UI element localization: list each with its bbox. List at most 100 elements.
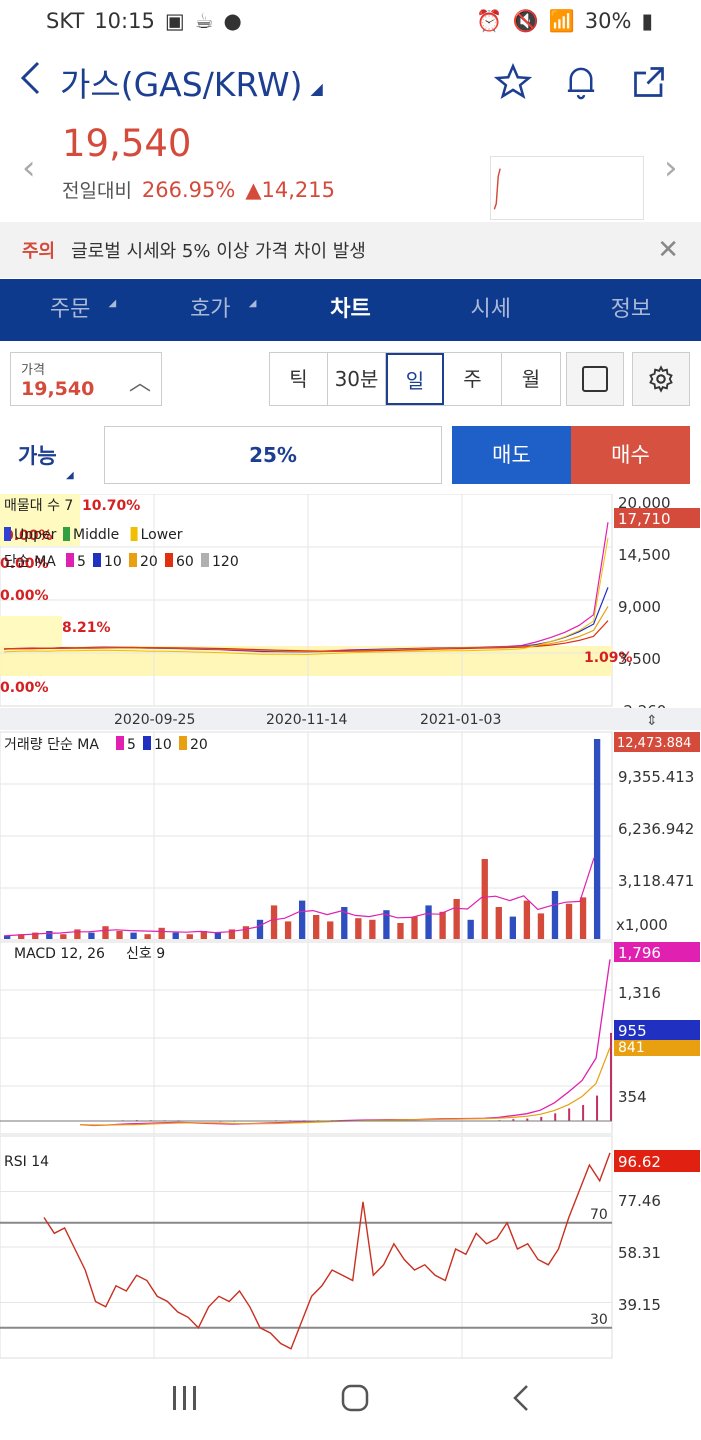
resize-handle-icon[interactable]: ⇕ (646, 713, 658, 729)
change-percent: 266.95% (141, 178, 236, 202)
indicator-chart[interactable]: 매물대 수 7 10.70%0.00%0.00%0.00%8.21%0.00%1… (0, 494, 701, 1360)
coin-title[interactable]: 가스(GAS/KRW) (60, 58, 303, 106)
tab-info[interactable]: 정보 (561, 279, 701, 341)
volume-bar (411, 916, 418, 939)
profile-percent: 8.21% (62, 620, 111, 636)
rsi-title: RSI 14 (4, 1154, 49, 1170)
ma-swatch (201, 553, 209, 567)
bollinger-swatch (130, 527, 138, 541)
prev-coin-icon[interactable]: ‹ (22, 148, 36, 188)
back-nav-icon[interactable] (511, 1383, 531, 1417)
volume-bar (284, 921, 292, 939)
warning-banner: 주의 글로벌 시세와 5% 이상 가격 차이 발생 ✕ (0, 222, 701, 278)
fullscreen-button[interactable] (566, 352, 624, 406)
star-icon[interactable] (479, 63, 547, 101)
bollinger-label: Middle (73, 527, 119, 543)
volume-bar (509, 916, 516, 939)
ma-swatch (66, 553, 74, 567)
macd-tick: 1,316 (618, 984, 661, 1002)
share-icon[interactable] (615, 64, 683, 100)
volume-tick: 3,118.471 (618, 872, 694, 890)
volume-tick: 9,355.413 (618, 768, 694, 786)
volume-bar (130, 932, 137, 939)
chart-toolbar: 가격 19,540 ︿ 틱 30분 일 주 월 (0, 352, 701, 408)
tab-orderbook[interactable]: 호가 ◢ (140, 279, 280, 341)
ma-period: 5 (77, 554, 86, 570)
volume-bar (579, 897, 587, 939)
rsi-panel: RSI 14 70 30 77.46 58.31 39.15 96.62 (0, 1135, 700, 1359)
next-coin-icon[interactable]: › (664, 148, 678, 188)
volume-bar (88, 932, 95, 939)
system-navbar (0, 1360, 701, 1440)
period-week[interactable]: 주 (444, 353, 502, 405)
volume-bar (369, 919, 376, 939)
buy-button[interactable]: 매수 (571, 426, 690, 484)
available-selector[interactable]: 가능 ◢ (18, 440, 74, 481)
mini-chart (490, 156, 644, 220)
macd-title: MACD 12, 26 (14, 946, 105, 962)
wifi-icon: 📶 (548, 8, 575, 33)
app-header: 가스(GAS/KRW) ◢ (0, 42, 701, 122)
gallery-icon: ▣ (164, 9, 185, 33)
tab-order[interactable]: 주문 ◢ (0, 279, 140, 341)
status-bar: SKT 10:15 ▣ ☕ ● ⏰ 🔇 📶 30% ▮ (0, 0, 701, 42)
volume-title: 거래량 단순 MA (4, 737, 99, 753)
volume-ma-swatch (179, 736, 187, 750)
ma-period: 20 (140, 554, 158, 570)
rsi-upper-label: 70 (590, 1207, 608, 1223)
up-triangle-icon: ▲ (245, 178, 262, 202)
price-tick: 3,500 (618, 650, 661, 668)
volume-bar (523, 900, 531, 939)
tab-trades[interactable]: 시세 (421, 279, 561, 341)
recent-apps-icon[interactable] (170, 1384, 200, 1416)
volume-ma-swatch (116, 736, 124, 750)
volume-bar (116, 931, 123, 939)
volume-bar (551, 891, 559, 939)
macd-tick: 354 (618, 1088, 647, 1106)
back-icon[interactable] (18, 60, 54, 105)
battery-icon: ▮ (641, 9, 653, 33)
period-day[interactable]: 일 (386, 353, 444, 405)
carrier: SKT (46, 9, 85, 33)
rsi-tick: 39.15 (618, 1296, 661, 1314)
quote-summary: ‹ 19,540 전일대비 266.95% ▲ 14,215 › (0, 122, 701, 222)
macd-last-label: 1,796 (618, 944, 661, 962)
period-month[interactable]: 월 (502, 353, 560, 405)
price-tick: 14,500 (618, 546, 671, 564)
volume-bar (565, 903, 573, 939)
macd-panel: MACD 12, 26 신호 9 1,316 354 1,796 841 955 (0, 941, 700, 1135)
coffee-icon: ☕ (194, 9, 214, 33)
home-icon[interactable] (340, 1383, 370, 1417)
volume-bar (102, 926, 109, 939)
period-30min[interactable]: 30분 (328, 353, 386, 405)
volume-bar (60, 934, 67, 939)
percent-selector[interactable]: 25% (104, 426, 442, 484)
macd-hist-label: 841 (618, 1040, 645, 1056)
volume-bar (214, 932, 222, 939)
ma-title: 단순 MA (4, 554, 56, 570)
bell-icon[interactable] (547, 63, 615, 101)
volume-bar (158, 927, 165, 939)
price-selector[interactable]: 가격 19,540 ︿ (10, 352, 162, 406)
volume-ma-period: 10 (154, 737, 172, 753)
ma-period: 120 (212, 554, 239, 570)
volume-bar (453, 899, 460, 939)
ma-swatch (129, 553, 137, 567)
period-tick[interactable]: 틱 (270, 353, 328, 405)
volume-ma-period: 20 (190, 737, 208, 753)
volume-bar (172, 932, 179, 939)
title-dropdown-icon[interactable]: ◢ (311, 79, 323, 98)
close-icon[interactable]: ✕ (657, 235, 679, 265)
volume-bar (425, 905, 432, 939)
macd-signal-label: 신호 9 (126, 946, 165, 962)
chart-area[interactable]: 매물대 수 7 10.70% 0.00% 0.00% 0.00% 8.21% 0.00% 1… (0, 494, 701, 1360)
sell-button[interactable]: 매도 (452, 426, 571, 484)
quick-order: 가능 ◢ 25% 매도 매수 (0, 426, 701, 484)
tab-chart[interactable]: 차트 (280, 279, 420, 341)
macd-hist-bar (582, 1105, 585, 1121)
chart-settings-button[interactable] (632, 352, 690, 406)
square-icon (582, 366, 608, 392)
period-selector: 틱 30분 일 주 월 (269, 352, 561, 406)
bollinger-label: Lower (141, 527, 183, 543)
price-panel: 매물대 수 7 10.70%0.00%0.00%0.00%8.21%0.00%1… (0, 494, 700, 720)
